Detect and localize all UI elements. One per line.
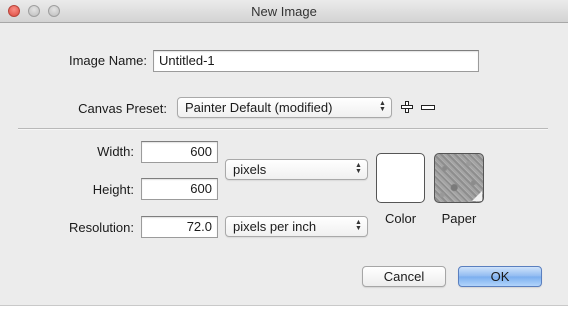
minus-icon[interactable]	[421, 105, 435, 110]
up-down-arrows-icon: ▲ ▼	[379, 100, 386, 113]
canvas-preset-label: Canvas Preset:	[78, 101, 167, 116]
image-name-field[interactable]: Untitled-1	[153, 50, 479, 72]
height-field[interactable]: 600	[141, 178, 218, 200]
image-name-label: Image Name:	[68, 53, 147, 68]
plus-icon[interactable]	[401, 101, 413, 113]
paper-corner-icon	[472, 191, 482, 201]
up-down-arrows-icon: ▲ ▼	[355, 219, 362, 232]
size-unit-value: pixels	[233, 162, 267, 177]
resolution-label: Resolution:	[68, 220, 134, 235]
resolution-field[interactable]: 72.0	[141, 216, 218, 238]
resolution-unit-popup[interactable]: pixels per inch ▲ ▼	[225, 216, 368, 237]
paper-swatch[interactable]	[434, 153, 484, 203]
new-image-dialog: New Image Image Name: Untitled-1 Canvas …	[0, 0, 568, 306]
width-label: Width:	[97, 144, 134, 159]
cancel-button[interactable]: Cancel	[362, 266, 446, 287]
canvas-preset-value: Painter Default (modified)	[185, 100, 333, 115]
color-swatch[interactable]	[376, 153, 425, 203]
separator	[18, 128, 548, 130]
color-label: Color	[384, 211, 417, 226]
resolution-unit-value: pixels per inch	[233, 219, 317, 234]
canvas-preset-popup[interactable]: Painter Default (modified) ▲ ▼	[177, 97, 392, 118]
size-unit-popup[interactable]: pixels ▲ ▼	[225, 159, 368, 180]
window-title: New Image	[251, 4, 317, 19]
ok-button[interactable]: OK	[458, 266, 542, 287]
width-field[interactable]: 600	[141, 141, 218, 163]
paper-label: Paper	[441, 211, 477, 226]
height-label: Height:	[92, 182, 134, 197]
up-down-arrows-icon: ▲ ▼	[355, 162, 362, 175]
title-bar: New Image	[0, 0, 568, 23]
